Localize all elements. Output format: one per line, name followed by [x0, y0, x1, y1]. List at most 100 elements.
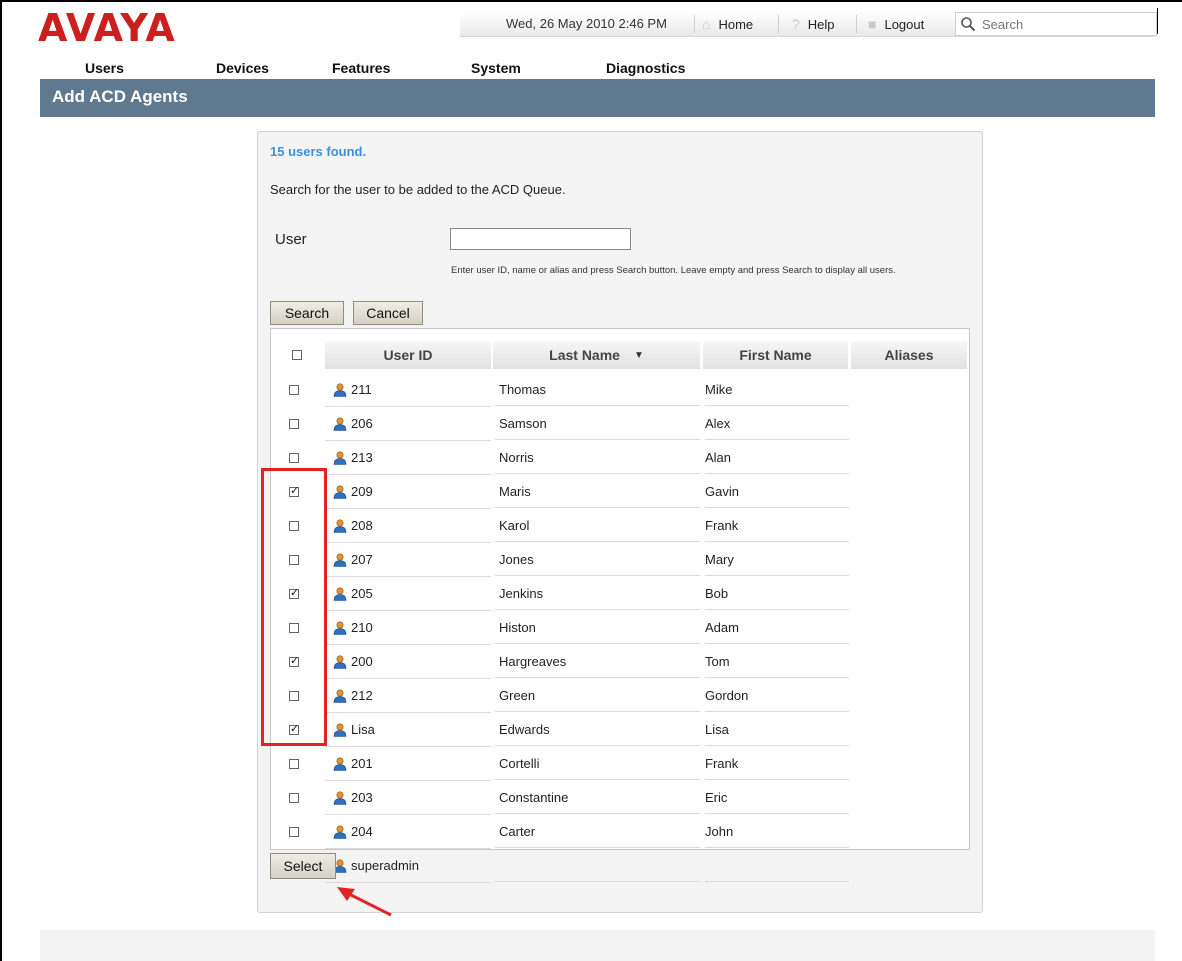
select-all-checkbox[interactable]: [292, 350, 302, 360]
table-row[interactable]: 207 Jones Mary: [271, 543, 969, 577]
user-icon: [333, 382, 347, 397]
row-checkbox[interactable]: [289, 826, 299, 837]
results-count: 15 users found.: [270, 144, 367, 159]
menu-diagnostics[interactable]: Diagnostics: [606, 60, 685, 76]
user-id-cell[interactable]: 205: [325, 577, 491, 611]
last-name-cell: Thomas: [495, 373, 700, 406]
table-row[interactable]: 201 Cortelli Frank: [271, 747, 969, 781]
table-row[interactable]: 204 Carter John: [271, 815, 969, 849]
last-name-cell: Green: [495, 679, 700, 712]
row-checkbox-cell: [289, 747, 309, 780]
first-name-cell: Tom: [705, 645, 849, 678]
user-icon: [333, 450, 347, 465]
user-id-cell[interactable]: 207: [325, 543, 491, 577]
user-id-cell[interactable]: Lisa: [325, 713, 491, 747]
home-label: Home: [718, 16, 754, 32]
user-id: Lisa: [351, 722, 375, 737]
row-checkbox[interactable]: [289, 452, 299, 463]
row-checkbox-cell: [289, 815, 309, 848]
divider: [856, 15, 857, 33]
user-id: 207: [351, 552, 373, 567]
user-icon: [333, 688, 347, 703]
table-row[interactable]: 210 Histon Adam: [271, 611, 969, 645]
table-row[interactable]: 213 Norris Alan: [271, 441, 969, 475]
user-id-cell[interactable]: 213: [325, 441, 491, 475]
menu-features[interactable]: Features: [332, 60, 390, 76]
user-icon: [333, 552, 347, 567]
first-name-cell: Frank: [705, 509, 849, 542]
datetime: Wed, 26 May 2010 2:46 PM: [506, 16, 667, 31]
user-id-cell[interactable]: 210: [325, 611, 491, 645]
user-id-cell[interactable]: 201: [325, 747, 491, 781]
user-id: superadmin: [351, 858, 419, 873]
footer-strip: [40, 930, 1155, 961]
first-name-cell: John: [705, 815, 849, 848]
user-id-cell[interactable]: superadmin: [325, 849, 491, 883]
table-row[interactable]: superadmin: [271, 849, 969, 883]
user-icon: [333, 518, 347, 533]
user-id-cell[interactable]: 206: [325, 407, 491, 441]
annotation-arrow-icon: [337, 887, 392, 917]
row-checkbox[interactable]: [289, 758, 299, 769]
menu-system[interactable]: System: [471, 60, 521, 76]
user-search-panel: 15 users found. Search for the user to b…: [257, 131, 983, 913]
frame-border-left: [0, 0, 2, 961]
user-id: 209: [351, 484, 373, 499]
sort-down-icon: ▼: [633, 349, 644, 361]
first-name-cell: Frank: [705, 747, 849, 780]
table-row[interactable]: 205 JenkinsBob: [271, 577, 969, 611]
table-row[interactable]: 203 Constantine Eric: [271, 781, 969, 815]
table-row[interactable]: 212 Green Gordon: [271, 679, 969, 713]
page-title: Add ACD Agents: [52, 87, 188, 106]
user-search-input[interactable]: [450, 228, 631, 250]
page-title-bar: Add ACD Agents: [40, 79, 1155, 117]
menu-users[interactable]: Users: [85, 60, 124, 76]
search-button[interactable]: Search: [270, 301, 344, 325]
user-label: User: [275, 231, 307, 248]
row-checkbox[interactable]: [289, 792, 299, 803]
first-name-cell: Adam: [705, 611, 849, 644]
user-id-cell[interactable]: 208: [325, 509, 491, 543]
user-id-cell[interactable]: 212: [325, 679, 491, 713]
search-hint: Enter user ID, name or alias and press S…: [451, 265, 896, 276]
menu-devices[interactable]: Devices: [216, 60, 269, 76]
table-row[interactable]: 211 Thomas Mike: [271, 373, 969, 407]
select-button[interactable]: Select: [270, 853, 336, 879]
table-row[interactable]: 200 HargreavesTom: [271, 645, 969, 679]
global-search-input[interactable]: [980, 15, 1144, 33]
table-row[interactable]: LisaEdwardsLisa: [271, 713, 969, 747]
table-row[interactable]: 206 Samson Alex: [271, 407, 969, 441]
cancel-button[interactable]: Cancel: [353, 301, 423, 325]
column-header-first-name[interactable]: First Name: [703, 341, 848, 369]
logout-link[interactable]: ■ Logout: [868, 16, 924, 32]
frame-border-right: [1157, 8, 1158, 34]
column-header-aliases[interactable]: Aliases: [851, 341, 967, 369]
user-id-cell[interactable]: 209: [325, 475, 491, 509]
column-header-last-name[interactable]: Last Name ▼: [493, 341, 700, 369]
row-checkbox[interactable]: [289, 384, 299, 395]
user-id-cell[interactable]: 200: [325, 645, 491, 679]
user-id-cell[interactable]: 211: [325, 373, 491, 407]
row-checkbox-cell: [289, 407, 309, 440]
last-name-cell: [495, 849, 700, 882]
user-id: 210: [351, 620, 373, 635]
user-id-cell[interactable]: 203: [325, 781, 491, 815]
user-id: 203: [351, 790, 373, 805]
user-id: 201: [351, 756, 373, 771]
first-name-cell: Mike: [705, 373, 849, 406]
last-name-cell: Constantine: [495, 781, 700, 814]
user-icon: [333, 416, 347, 431]
table-row[interactable]: 208 Karol Frank: [271, 509, 969, 543]
user-id: 211: [351, 382, 372, 397]
frame-border-top: [0, 0, 1182, 2]
help-link[interactable]: ? Help: [792, 16, 835, 32]
last-name-cell: Edwards: [495, 713, 700, 746]
user-id-cell[interactable]: 204: [325, 815, 491, 849]
row-checkbox[interactable]: [289, 418, 299, 429]
table-row[interactable]: 209 MarisGavin: [271, 475, 969, 509]
column-header-user-id[interactable]: User ID: [325, 341, 491, 369]
avaya-logo: AVAYA: [38, 6, 176, 50]
last-name-cell: Carter: [495, 815, 700, 848]
home-link[interactable]: ⌂ Home: [702, 16, 753, 32]
last-name-cell: Norris: [495, 441, 700, 474]
